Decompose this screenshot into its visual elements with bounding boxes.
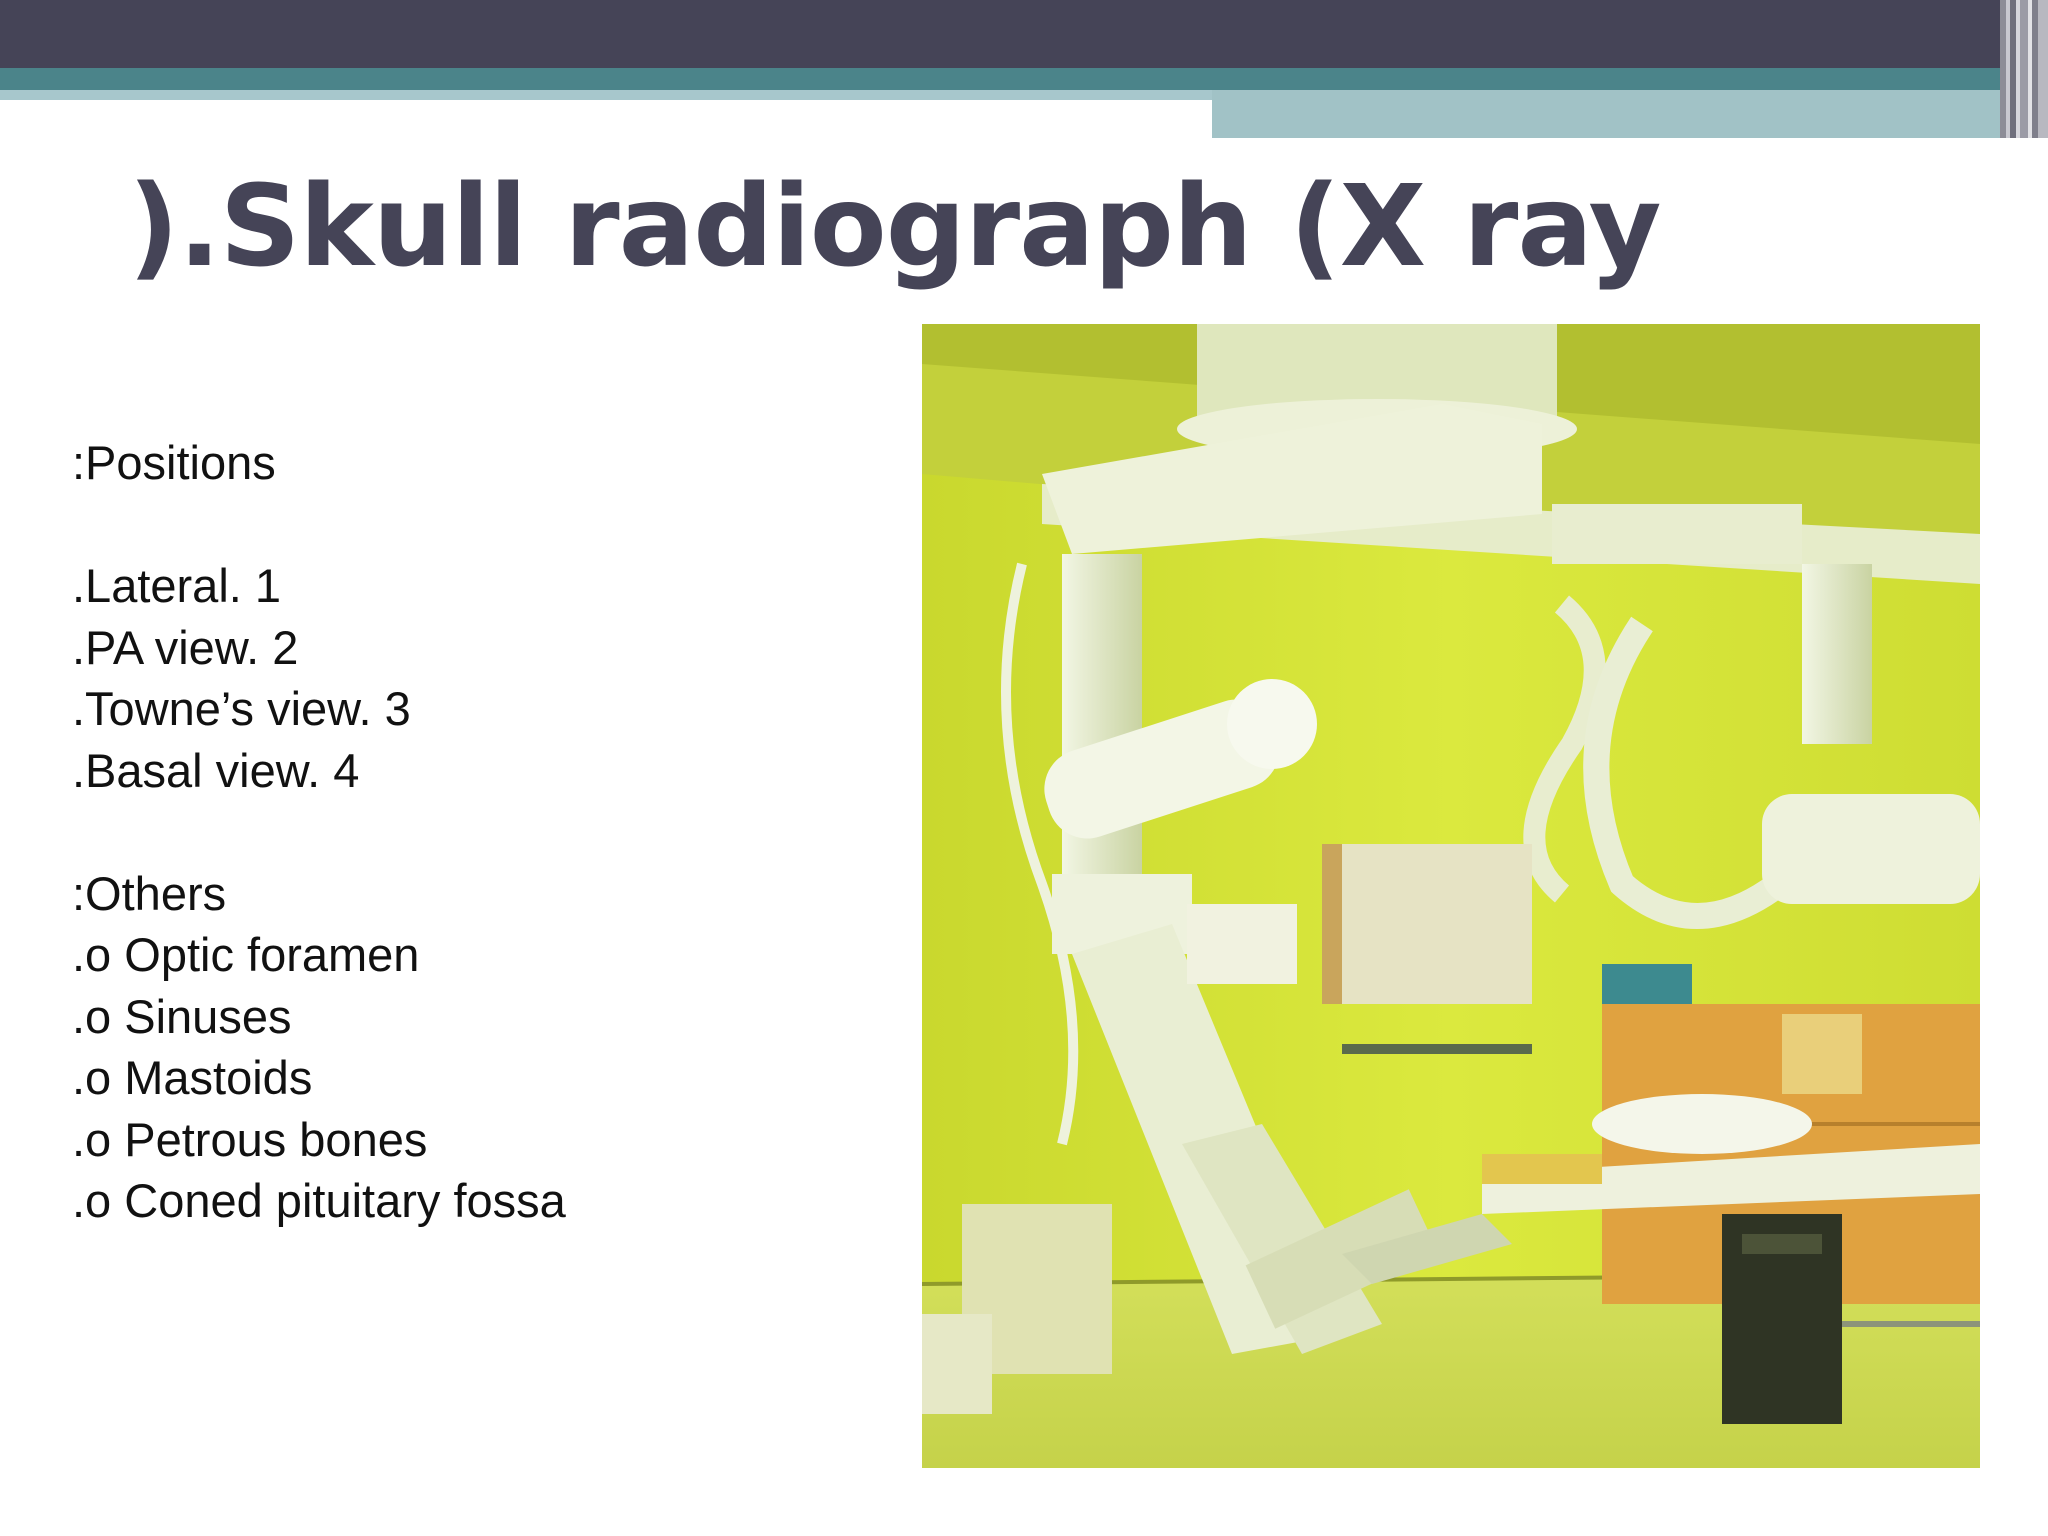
header-edge-stripes [2000, 0, 2048, 138]
others-heading: :Others [72, 866, 227, 920]
others-item: .o Sinuses [72, 989, 292, 1043]
xray-room-illustration [922, 324, 1980, 1468]
slide-body: :Positions .Lateral. 1 .PA view. 2 .Town… [72, 432, 872, 1232]
header-accent-block [1212, 90, 2002, 138]
position-item: .PA view. 2 [72, 620, 299, 674]
xray-room-photo [922, 324, 1980, 1468]
others-item: .o Optic foramen [72, 928, 420, 981]
others-item: .o Coned pituitary fossa [72, 1174, 566, 1227]
header-light-band [0, 90, 1212, 100]
others-item: .o Mastoids [72, 1051, 313, 1104]
others-item: .o Petrous bones [72, 1112, 428, 1166]
position-item: .Towne’s view. 3 [72, 682, 411, 735]
header-teal-band [0, 68, 2000, 90]
position-item: .Lateral. 1 [72, 559, 282, 612]
header-bar [0, 0, 2048, 68]
positions-heading: :Positions [72, 436, 276, 489]
position-item: .Basal view. 4 [72, 743, 360, 797]
slide-title: ).Skull radiograph (X ray [128, 162, 1661, 292]
